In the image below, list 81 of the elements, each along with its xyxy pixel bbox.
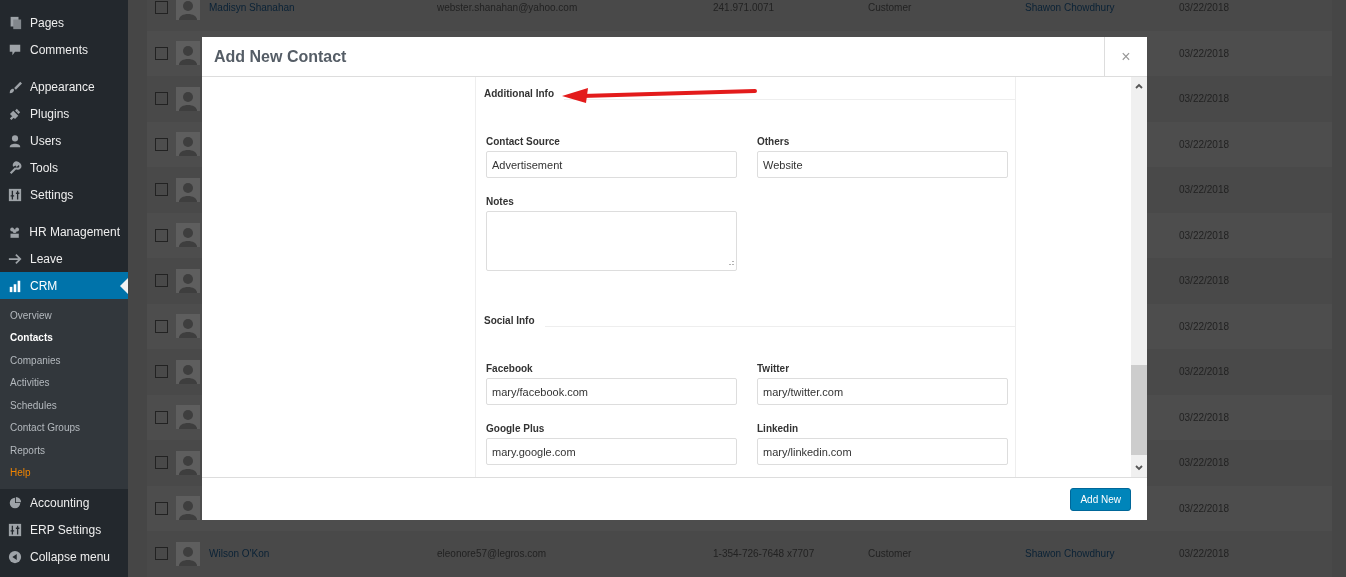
collapse-icon: [8, 549, 22, 564]
scrollbar[interactable]: [1131, 77, 1147, 477]
modal-title: Add New Contact: [213, 46, 348, 67]
avatar-icon: [176, 314, 200, 339]
sidebar-menu-item[interactable]: Pages: [0, 9, 128, 36]
paintbrush-icon: [8, 79, 22, 94]
sidebar-menu-item[interactable]: Appearance: [0, 73, 128, 100]
row-checkbox[interactable]: [155, 501, 168, 515]
row-checkbox[interactable]: [155, 228, 168, 242]
section-heading: Additional Info: [484, 87, 555, 101]
avatar-icon: [176, 132, 200, 157]
avatar-icon: [176, 359, 200, 384]
field-label: Google Plus: [486, 422, 546, 433]
row-checkbox[interactable]: [155, 365, 168, 379]
sidebar-menu-item[interactable]: CRM: [0, 272, 128, 299]
chevron-up-icon[interactable]: [1134, 81, 1144, 91]
submenu-item[interactable]: Schedules: [0, 394, 128, 417]
notes-textarea[interactable]: [486, 211, 737, 271]
text-input[interactable]: mary/linkedin.com: [757, 438, 1008, 465]
avatar-icon: [176, 223, 200, 248]
sliders-icon: [8, 187, 22, 202]
avatar-icon: [176, 541, 200, 566]
chevron-down-icon[interactable]: [1134, 463, 1144, 473]
sidebar-menu-item[interactable]: Leave: [0, 245, 128, 272]
sidebar-menu-item[interactable]: Accounting: [0, 489, 128, 516]
sidebar-menu-item[interactable]: ERP Settings: [0, 516, 128, 543]
pages-icon: [8, 15, 22, 30]
text-input[interactable]: Website: [757, 151, 1008, 178]
submenu-item[interactable]: Contact Groups: [0, 416, 128, 439]
avatar-icon: [176, 268, 200, 293]
avatar-icon: [176, 41, 200, 66]
row-checkbox[interactable]: [155, 456, 168, 470]
row-checkbox[interactable]: [155, 46, 168, 60]
avatar-icon: [176, 86, 200, 111]
row-checkbox[interactable]: [155, 183, 168, 197]
section-heading: Social Info: [484, 314, 536, 328]
sidebar-menu-item[interactable]: Users: [0, 127, 128, 154]
submenu-item[interactable]: Companies: [0, 349, 128, 372]
sidebar-menu-item[interactable]: Tools: [0, 154, 128, 181]
field-label: Notes: [486, 195, 515, 206]
sidebar-menu-item[interactable]: Comments: [0, 36, 128, 63]
row-checkbox[interactable]: [155, 410, 168, 424]
submenu-item[interactable]: Activities: [0, 371, 128, 394]
sidebar-menu-item[interactable]: HR Management: [0, 218, 128, 245]
submenu-item[interactable]: Help: [0, 461, 128, 484]
sidebar-menu-item[interactable]: Collapse menu: [0, 543, 128, 570]
field-label: Facebook: [486, 362, 534, 373]
resize-grip-icon[interactable]: [726, 260, 734, 268]
sidebar-menu-item[interactable]: Plugins: [0, 100, 128, 127]
scrollbar-thumb[interactable]: [1131, 365, 1147, 455]
add-new-button[interactable]: Add New: [1070, 487, 1131, 511]
arrow-right-icon: [8, 251, 22, 266]
pie-chart-icon: [8, 495, 22, 510]
speech-bubble-icon: [8, 42, 22, 57]
bar-chart-icon: [8, 278, 22, 293]
row-checkbox[interactable]: [155, 319, 168, 333]
sidebar-menu-item[interactable]: Settings: [0, 181, 128, 208]
text-input[interactable]: Advertisement: [486, 151, 737, 178]
text-input[interactable]: mary/twitter.com: [757, 378, 1008, 405]
plug-icon: [8, 106, 22, 121]
submenu-item[interactable]: Contacts: [0, 326, 128, 349]
avatar-icon: [176, 177, 200, 202]
field-label: Twitter: [757, 362, 791, 373]
avatar-icon: [176, 450, 200, 475]
row-checkbox[interactable]: [155, 547, 168, 561]
submenu-item[interactable]: Reports: [0, 439, 128, 462]
field-label: Linkedin: [757, 422, 800, 433]
text-input[interactable]: mary/facebook.com: [486, 378, 737, 405]
row-checkbox[interactable]: [155, 137, 168, 151]
avatar-icon: [176, 496, 200, 521]
user-icon: [8, 133, 22, 148]
sliders-icon: [8, 522, 22, 537]
field-label: Others: [757, 135, 791, 146]
row-checkbox[interactable]: [155, 1, 168, 15]
row-checkbox[interactable]: [155, 274, 168, 288]
avatar-icon: [176, 405, 200, 430]
field-label: Contact Source: [486, 135, 561, 146]
text-input[interactable]: mary.google.com: [486, 438, 737, 465]
wrench-icon: [8, 160, 22, 175]
row-checkbox[interactable]: [155, 92, 168, 106]
submenu-item[interactable]: Overview: [0, 304, 128, 327]
